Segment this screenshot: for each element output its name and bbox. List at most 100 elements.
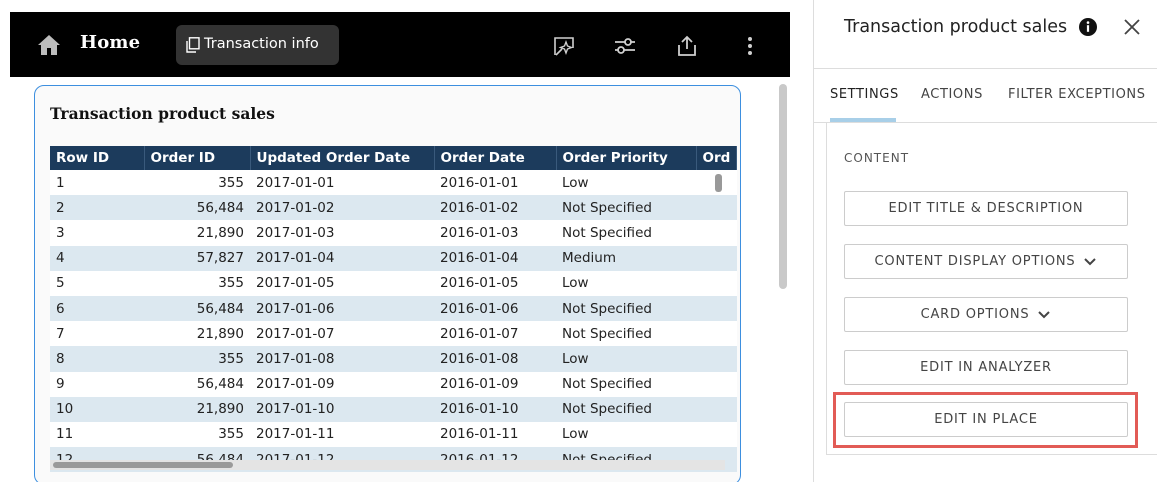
table-cell-empty: [696, 371, 737, 397]
column-header[interactable]: Order Date: [434, 146, 557, 170]
chevron-down-icon: [1084, 257, 1097, 265]
table-cell: 56,484: [144, 195, 250, 221]
table-row[interactable]: 6 56,484 2017-01-06 2016-01-06 Not Specified: [50, 295, 737, 322]
table-cell: Not Specified: [556, 371, 696, 397]
table-cell-empty: [696, 421, 737, 448]
table-cell: 2017-01-11: [250, 421, 434, 448]
table-cell: 57,827: [144, 245, 250, 271]
more-vertical-icon[interactable]: [738, 34, 762, 58]
table-cell-empty: [696, 346, 737, 372]
transaction-info-button[interactable]: Transaction info: [176, 25, 339, 65]
table-cell: 2017-01-06: [250, 295, 434, 322]
column-header[interactable]: Ord: [696, 146, 738, 170]
table-cell: Low: [556, 270, 696, 296]
table-row[interactable]: 2 56,484 2017-01-02 2016-01-02 Not Specified: [50, 195, 737, 221]
table-cell: 2017-01-04: [250, 245, 434, 271]
table-cell: Medium: [556, 245, 696, 271]
button-label: CONTENT DISPLAY OPTIONS: [874, 254, 1076, 269]
table-vertical-scrollbar[interactable]: [715, 174, 722, 192]
table-row[interactable]: 4 57,827 2017-01-04 2016-01-04 Medium: [50, 245, 737, 271]
column-header[interactable]: Order ID: [144, 146, 251, 170]
button-label: EDIT IN ANALYZER: [920, 360, 1052, 375]
table-cell: 21,890: [144, 220, 250, 246]
table-cell: 6: [50, 295, 144, 322]
table-cell: Not Specified: [556, 195, 696, 221]
column-header[interactable]: Order Priority: [556, 146, 697, 170]
table-cell: 2017-01-09: [250, 371, 434, 397]
table-cell: 11: [50, 421, 144, 448]
table-cell: 355: [144, 170, 250, 196]
content-display-options-button[interactable]: CONTENT DISPLAY OPTIONS: [844, 244, 1128, 279]
table-cell: 2016-01-01: [434, 170, 556, 196]
home-link[interactable]: Home: [80, 32, 140, 53]
table-cell: 10: [50, 396, 144, 422]
table-cell: 2016-01-05: [434, 270, 556, 296]
table-cell: Not Specified: [556, 220, 696, 246]
table-cell: 2016-01-07: [434, 321, 556, 347]
edit-title-description-button[interactable]: EDIT TITLE & DESCRIPTION: [844, 191, 1128, 226]
table-header-row: Row ID Order ID Updated Order Date Order…: [50, 146, 738, 170]
column-header[interactable]: Row ID: [50, 146, 145, 170]
card-options-button[interactable]: CARD OPTIONS: [844, 297, 1128, 332]
table-cell: 2016-01-08: [434, 346, 556, 372]
table-cell: 2016-01-03: [434, 220, 556, 246]
table-cell: Not Specified: [556, 295, 696, 322]
table-row[interactable]: 11 355 2017-01-11 2016-01-11 Low: [50, 421, 737, 448]
table-cell: 21,890: [144, 396, 250, 422]
copy-icon: [186, 37, 200, 53]
transaction-product-sales-card[interactable]: Transaction product sales Row ID Order I…: [34, 85, 741, 482]
table-cell: 355: [144, 346, 250, 372]
chevron-down-icon: [1038, 310, 1051, 318]
table-row[interactable]: 9 56,484 2017-01-09 2016-01-09 Not Specified: [50, 371, 737, 397]
column-header[interactable]: Updated Order Date: [250, 146, 435, 170]
table-cell: 2017-01-08: [250, 346, 434, 372]
table-cell: Not Specified: [556, 396, 696, 422]
table-row[interactable]: 8 355 2017-01-08 2016-01-08 Low: [50, 346, 737, 372]
tab-settings[interactable]: SETTINGS: [830, 87, 899, 102]
panel-title: Transaction product sales: [844, 17, 1068, 37]
table-row[interactable]: 7 21,890 2017-01-07 2016-01-07 Not Specified: [50, 321, 737, 347]
tab-actions[interactable]: ACTIONS: [921, 87, 983, 102]
table-cell-empty: [696, 321, 737, 347]
table-cell: 7: [50, 321, 144, 347]
close-icon[interactable]: [1122, 17, 1142, 37]
table-cell-empty: [696, 295, 737, 322]
card-title: Transaction product sales: [50, 104, 275, 123]
table-cell: 2017-01-07: [250, 321, 434, 347]
table-row[interactable]: 5 355 2017-01-05 2016-01-05 Low: [50, 270, 737, 296]
table-cell: 2017-01-03: [250, 220, 434, 246]
table-cell-empty: [696, 220, 737, 246]
edit-in-place-highlight: [833, 392, 1138, 448]
home-icon[interactable]: [37, 34, 61, 56]
table-cell: 2017-01-01: [250, 170, 434, 196]
table-cell: 2016-01-09: [434, 371, 556, 397]
table-cell: Not Specified: [556, 321, 696, 347]
table-cell: 355: [144, 270, 250, 296]
table-cell: 8: [50, 346, 144, 372]
edit-in-analyzer-button[interactable]: EDIT IN ANALYZER: [844, 350, 1128, 385]
table-cell-empty: [696, 245, 737, 271]
info-icon[interactable]: [1078, 17, 1098, 37]
table-cell: 2017-01-10: [250, 396, 434, 422]
data-table: Row ID Order ID Updated Order Date Order…: [50, 146, 738, 473]
table-row[interactable]: 1 355 2017-01-01 2016-01-01 Low: [50, 170, 737, 196]
table-cell: 3: [50, 220, 144, 246]
table-cell: 2016-01-04: [434, 245, 556, 271]
dashboard-scrollbar[interactable]: [779, 84, 787, 289]
table-horizontal-scrollbar[interactable]: [53, 462, 233, 468]
tab-filter-exceptions[interactable]: FILTER EXCEPTIONS: [1008, 87, 1146, 102]
table-cell: 5: [50, 270, 144, 296]
table-cell: 2017-01-02: [250, 195, 434, 221]
table-cell: Low: [556, 346, 696, 372]
table-cell: 4: [50, 245, 144, 271]
table-row[interactable]: 3 21,890 2017-01-03 2016-01-03 Not Specified: [50, 220, 737, 246]
table-row[interactable]: 10 21,890 2017-01-10 2016-01-10 Not Specifie…: [50, 396, 737, 422]
table-cell: 2016-01-11: [434, 421, 556, 448]
table-cell: 2: [50, 195, 144, 221]
sliders-icon[interactable]: [613, 34, 637, 58]
sparkle-icon[interactable]: [552, 34, 576, 58]
button-label: CARD OPTIONS: [920, 307, 1030, 322]
table-cell: 1: [50, 170, 144, 196]
share-icon[interactable]: [675, 34, 699, 58]
button-label: EDIT TITLE & DESCRIPTION: [888, 201, 1084, 216]
